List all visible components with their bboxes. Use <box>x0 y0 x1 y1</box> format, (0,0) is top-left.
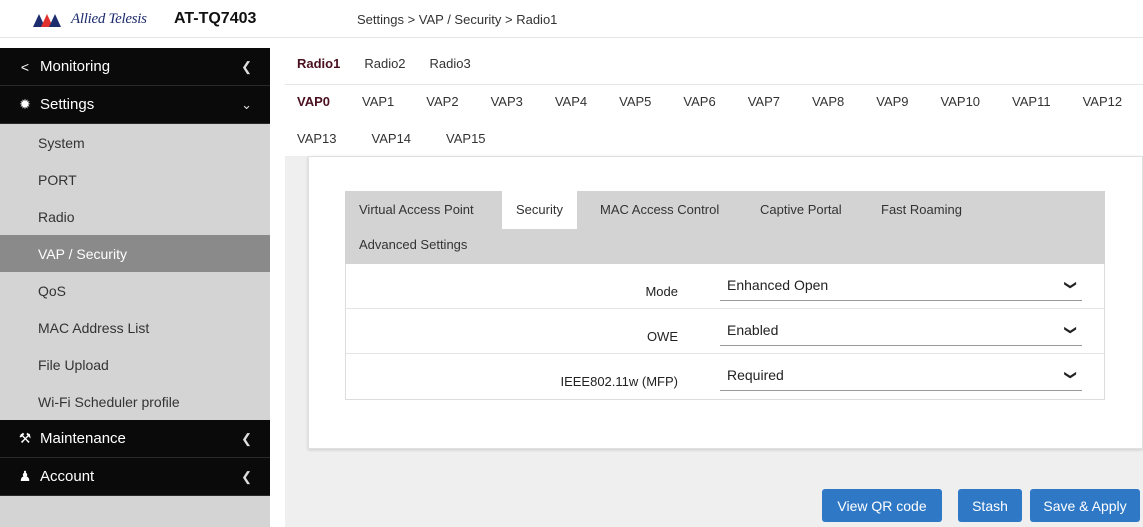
nav-account[interactable]: ♟ Account ❮ <box>0 458 270 496</box>
tab-virtual-access-point[interactable]: Virtual Access Point <box>345 191 488 229</box>
user-icon: ♟ <box>18 468 32 484</box>
vap-tab-bar-row2: VAP13 VAP14 VAP15 <box>285 124 509 156</box>
sidebar-item-vap-security[interactable]: VAP / Security <box>0 235 270 272</box>
tab-vap1[interactable]: VAP1 <box>350 85 394 124</box>
mode-value: Enhanced Open <box>727 277 829 293</box>
tab-vap12[interactable]: VAP12 <box>1071 85 1123 124</box>
tab-radio2[interactable]: Radio2 <box>352 52 417 82</box>
owe-row: OWE Enabled ❯ <box>346 309 1104 354</box>
sidebar-item-mac-address-list[interactable]: MAC Address List <box>0 309 270 346</box>
header-bar: Allied Telesis AT-TQ7403 Settings > VAP … <box>0 0 1143 38</box>
tab-vap8[interactable]: VAP8 <box>800 85 844 124</box>
tab-vap3[interactable]: VAP3 <box>479 85 523 124</box>
owe-select[interactable]: Enabled ❯ <box>720 318 1082 346</box>
nav-maintenance-label: Maintenance <box>40 430 126 447</box>
mode-label: Mode <box>645 284 678 299</box>
nav-settings-label: Settings <box>40 96 95 113</box>
vap-tab-bar: VAP0 VAP1 VAP2 VAP3 VAP4 VAP5 VAP6 VAP7 … <box>285 84 1143 124</box>
owe-label: OWE <box>646 329 678 344</box>
mode-select[interactable]: Enhanced Open ❯ <box>720 273 1082 301</box>
chevron-down-icon: ❯ <box>1063 279 1078 291</box>
tab-radio3[interactable]: Radio3 <box>418 52 483 82</box>
nav-monitoring-label: Monitoring <box>40 58 111 75</box>
tab-vap15[interactable]: VAP15 <box>434 124 486 156</box>
nav-account-label: Account <box>40 468 95 485</box>
nav-maintenance[interactable]: ⚒ Maintenance ❮ <box>0 420 270 458</box>
chevron-left-icon: ❮ <box>241 431 252 446</box>
tab-vap7[interactable]: VAP7 <box>736 85 780 124</box>
tab-vap2[interactable]: VAP2 <box>414 85 458 124</box>
nav-settings[interactable]: ✹ Settings ⌄ <box>0 86 270 124</box>
owe-value: Enabled <box>727 322 779 338</box>
mode-row: Mode Enhanced Open ❯ <box>346 264 1104 309</box>
device-model: AT-TQ7403 <box>174 10 257 27</box>
logo-mark-icon <box>33 13 65 27</box>
tab-vap6[interactable]: VAP6 <box>671 85 715 124</box>
tab-vap5[interactable]: VAP5 <box>607 85 651 124</box>
sidebar-item-port[interactable]: PORT <box>0 161 270 198</box>
wrench-icon: ⚒ <box>18 430 32 446</box>
mfp-label: IEEE802.11w (MFP) <box>560 374 678 389</box>
radio-tab-bar: Radio1 Radio2 Radio3 <box>285 52 483 82</box>
chevron-down-icon: ⌄ <box>241 97 252 112</box>
chevron-down-icon: ❯ <box>1063 369 1078 381</box>
chevron-down-icon: ❯ <box>1063 324 1078 336</box>
brand-name: Allied Telesis <box>71 11 147 27</box>
stash-button[interactable]: Stash <box>958 489 1022 522</box>
sidebar-item-qos[interactable]: QoS <box>0 272 270 309</box>
chevron-left-icon: ❮ <box>241 469 252 484</box>
tab-fast-roaming[interactable]: Fast Roaming <box>867 191 976 229</box>
sidebar-item-wifi-scheduler[interactable]: Wi-Fi Scheduler profile <box>0 383 270 420</box>
tab-vap11[interactable]: VAP11 <box>1000 85 1051 124</box>
tab-captive-portal[interactable]: Captive Portal <box>746 191 856 229</box>
chevron-left-icon: ❮ <box>241 59 252 74</box>
sidebar-item-system[interactable]: System <box>0 124 270 161</box>
tab-radio1[interactable]: Radio1 <box>285 52 352 82</box>
mfp-row: IEEE802.11w (MFP) Required ❯ <box>346 354 1104 399</box>
sidebar-item-file-upload[interactable]: File Upload <box>0 346 270 383</box>
breadcrumb: Settings > VAP / Security > Radio1 <box>357 12 558 27</box>
tab-vap13[interactable]: VAP13 <box>285 124 337 156</box>
allied-telesis-logo: Allied Telesis <box>33 11 147 28</box>
tab-vap14[interactable]: VAP14 <box>360 124 412 156</box>
security-form: Mode Enhanced Open ❯ OWE Enabled ❯ IEEE8… <box>345 264 1105 400</box>
mfp-select[interactable]: Required ❯ <box>720 363 1082 391</box>
mfp-value: Required <box>727 367 784 383</box>
share-icon: < <box>20 58 30 75</box>
nav-monitoring[interactable]: < Monitoring ❮ <box>0 48 270 86</box>
tab-vap0[interactable]: VAP0 <box>285 85 330 124</box>
tab-advanced-settings[interactable]: Advanced Settings <box>345 226 481 264</box>
tab-vap4[interactable]: VAP4 <box>543 85 587 124</box>
save-apply-button[interactable]: Save & Apply <box>1030 489 1140 522</box>
view-qr-code-button[interactable]: View QR code <box>822 489 942 522</box>
security-tab-bar: Virtual Access Point Security MAC Access… <box>345 191 1105 264</box>
tab-vap10[interactable]: VAP10 <box>929 85 981 124</box>
gear-icon: ✹ <box>19 96 31 112</box>
sidebar: < Monitoring ❮ ✹ Settings ⌄ System PORT … <box>0 48 270 527</box>
tab-vap9[interactable]: VAP9 <box>864 85 908 124</box>
tab-mac-access-control[interactable]: MAC Access Control <box>586 191 733 229</box>
sidebar-item-radio[interactable]: Radio <box>0 198 270 235</box>
tab-security[interactable]: Security <box>502 191 577 229</box>
